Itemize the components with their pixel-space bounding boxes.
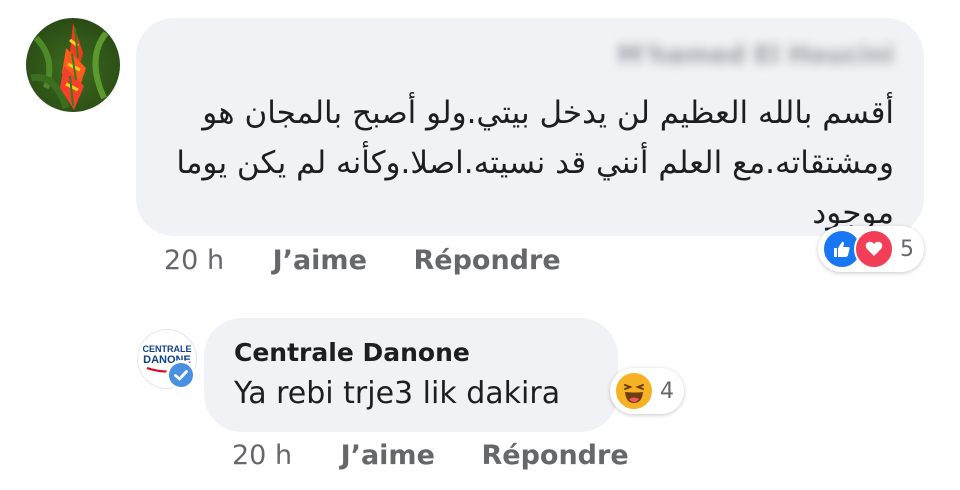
reply-timestamp[interactable]: 20 h: [232, 440, 292, 471]
comment-author-name[interactable]: M'hamed El Houcini: [617, 40, 894, 69]
heliconia-flower-image: [30, 23, 109, 110]
love-icon: [854, 229, 894, 269]
reply-like-button[interactable]: J’aime: [341, 440, 435, 471]
verified-badge-icon: [166, 360, 196, 390]
reply-author-name[interactable]: Centrale Danone: [234, 338, 470, 367]
reply-bubble: Centrale Danone Ya rebi trje3 lik dakira: [204, 318, 618, 432]
comment-reactions[interactable]: 5: [818, 226, 924, 272]
comments-thread: M'hamed El Houcini أقسم بالله العظيم لن …: [0, 0, 960, 490]
haha-icon: [614, 371, 654, 411]
comment-text: أقسم بالله العظيم لن يدخل بيتي.ولو أصبح …: [176, 95, 894, 231]
comment-bubble: M'hamed El Houcini أقسم بالله العظيم لن …: [136, 18, 924, 236]
comment-like-button[interactable]: J’aime: [273, 245, 367, 276]
reply-text: Ya rebi trje3 lik dakira: [234, 376, 561, 411]
comment-actions: 20 h J’aime Répondre: [164, 245, 599, 276]
comment-reply-button[interactable]: Répondre: [413, 245, 560, 276]
reply-reaction-count: 4: [660, 378, 674, 404]
comment-reaction-count: 5: [900, 236, 914, 262]
reply-reactions[interactable]: 4: [610, 368, 684, 414]
reply-actions: 20 h J’aime Répondre: [232, 440, 667, 471]
comment-timestamp[interactable]: 20 h: [164, 245, 224, 276]
commenter-avatar[interactable]: [26, 18, 120, 112]
reply-reply-button[interactable]: Répondre: [481, 440, 628, 471]
